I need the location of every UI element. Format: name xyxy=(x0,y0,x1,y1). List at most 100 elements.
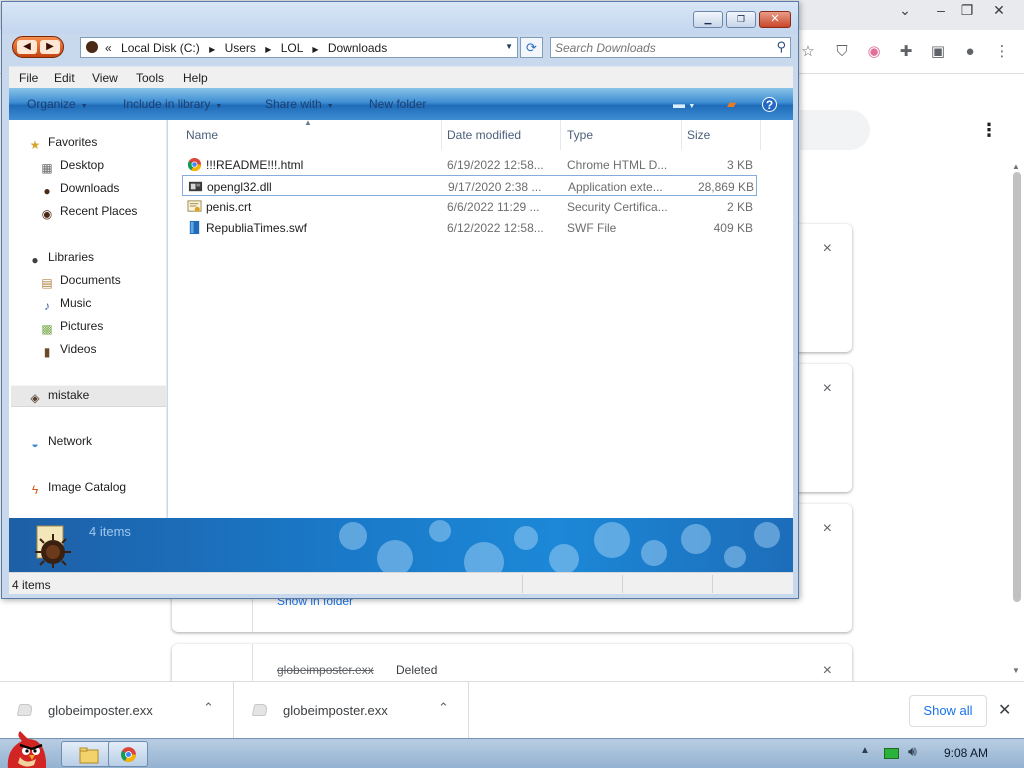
recent-places-icon: ◉ xyxy=(41,207,53,221)
download-shelf-item[interactable]: globeimposter.exx ⌃ xyxy=(235,682,469,739)
nav-image-catalog[interactable]: ϟ Image Catalog xyxy=(27,480,126,497)
scrollbar-thumb[interactable] xyxy=(1013,172,1021,602)
remove-download-icon[interactable]: × xyxy=(823,240,832,258)
address-bar[interactable]: « Local Disk (C:) ▶ Users ▶ LOL ▶ Downlo… xyxy=(80,37,518,58)
folder-large-icon xyxy=(35,525,71,568)
file-row-selected[interactable]: opengl32.dll 9/17/2020 2:38 ... Applicat… xyxy=(182,175,757,196)
maximize-button[interactable]: ❐ xyxy=(726,11,756,28)
file-row[interactable]: penis.crt 6/6/2022 11:29 ... Security Ce… xyxy=(182,196,757,217)
breadcrumb-chevron-icon[interactable]: ▶ xyxy=(265,45,271,54)
chrome-close-button[interactable]: ✕ xyxy=(982,0,1016,22)
include-in-library-button[interactable]: Include in library ▼ xyxy=(123,97,222,111)
nav-network[interactable]: ◒ Network xyxy=(27,434,92,451)
ublock-icon[interactable]: ⛉ xyxy=(832,42,852,62)
file-size: 2 KB xyxy=(726,200,753,214)
nav-downloads[interactable]: ● Downloads xyxy=(39,181,119,198)
taskbar-chrome-button[interactable] xyxy=(108,741,148,767)
nav-label: Favorites xyxy=(48,135,98,149)
ext-icon[interactable]: ◉ xyxy=(864,42,884,62)
explorer-folder-icon xyxy=(79,747,99,764)
profile-icon[interactable]: ● xyxy=(960,42,980,62)
close-shelf-icon[interactable]: ✕ xyxy=(998,700,1011,720)
nav-favorites[interactable]: ★ Favorites xyxy=(27,135,98,152)
chrome-restore-button[interactable]: ❐ xyxy=(950,0,984,22)
close-button[interactable]: ✕ xyxy=(759,11,791,28)
start-button-icon[interactable] xyxy=(4,731,48,768)
file-row[interactable]: !!!README!!!.html 6/19/2022 12:58... Chr… xyxy=(182,154,757,175)
explorer-title-bar[interactable]: ▁ ❐ ✕ xyxy=(2,2,798,34)
menu-view[interactable]: View xyxy=(92,71,118,85)
star-icon[interactable]: ☆ xyxy=(798,42,818,62)
back-arrow-icon[interactable]: ◀ xyxy=(17,40,37,54)
downloads-menu-icon[interactable]: ⋮ xyxy=(980,120,998,141)
chevron-up-icon[interactable]: ⌃ xyxy=(438,700,449,716)
column-name[interactable]: Name xyxy=(180,120,442,150)
downloads-search-field[interactable] xyxy=(800,110,870,150)
new-folder-button[interactable]: New folder xyxy=(369,97,426,111)
address-dropdown-icon[interactable]: ▼ xyxy=(505,42,513,51)
chrome-icon xyxy=(187,157,202,172)
organize-button[interactable]: Organize ▼ xyxy=(27,97,88,111)
column-size[interactable]: Size xyxy=(681,120,761,150)
search-icon[interactable]: ⚲ xyxy=(776,39,786,55)
details-item-count: 4 items xyxy=(89,524,131,539)
chevron-up-icon[interactable]: ⌃ xyxy=(203,700,214,716)
menu-edit[interactable]: Edit xyxy=(54,71,75,85)
network-icon: ◒ xyxy=(31,437,39,451)
tray-expand-icon[interactable]: ▲ xyxy=(860,745,870,756)
nav-recent-places[interactable]: ◉ Recent Places xyxy=(39,204,138,221)
scroll-down-icon[interactable]: ▼ xyxy=(1012,666,1020,675)
view-options-icon[interactable]: ▬ ▼ xyxy=(673,97,695,111)
nav-documents[interactable]: ▤ Documents xyxy=(39,273,120,290)
nav-libraries[interactable]: ● Libraries xyxy=(27,250,94,267)
nav-label: Image Catalog xyxy=(48,480,127,494)
breadcrumb-item[interactable]: Local Disk (C:) xyxy=(121,41,200,55)
nav-mistake[interactable]: ◈ mistake xyxy=(27,388,89,405)
nav-videos[interactable]: ▮ Videos xyxy=(39,342,97,359)
breadcrumb-chevron-icon[interactable]: ▶ xyxy=(312,45,318,54)
menu-tools[interactable]: Tools xyxy=(136,71,164,85)
breadcrumb-chevron-icon[interactable]: ▶ xyxy=(209,45,215,54)
chrome-icon xyxy=(121,747,136,762)
menu-file[interactable]: File xyxy=(19,71,38,85)
volume-icon[interactable]: 🔊︎ xyxy=(908,743,917,760)
help-icon[interactable]: ? xyxy=(762,97,777,112)
file-date: 6/19/2022 12:58... xyxy=(447,158,544,172)
nav-pictures[interactable]: ▩ Pictures xyxy=(39,319,103,336)
file-row[interactable]: RepubliaTimes.swf 6/12/2022 12:58... SWF… xyxy=(182,217,757,238)
scroll-up-icon[interactable]: ▲ xyxy=(1012,162,1020,171)
remove-download-icon[interactable]: × xyxy=(823,380,832,398)
star-icon: ★ xyxy=(29,138,41,152)
preview-pane-icon[interactable]: ▰ xyxy=(727,97,736,111)
share-with-button[interactable]: Share with ▼ xyxy=(265,97,334,111)
sidepanel-icon[interactable]: ▣ xyxy=(928,42,948,62)
puzzle-icon[interactable]: ✚ xyxy=(896,42,916,62)
back-forward-buttons[interactable]: ◀ ▶ xyxy=(12,36,64,58)
search-box[interactable]: ⚲ xyxy=(550,37,791,58)
downloads-icon: ● xyxy=(43,184,51,198)
forward-arrow-icon[interactable]: ▶ xyxy=(40,40,60,54)
minimize-button[interactable]: ▁ xyxy=(693,11,723,28)
menu-help[interactable]: Help xyxy=(183,71,208,85)
battery-icon[interactable] xyxy=(884,748,899,759)
show-all-button[interactable]: Show all xyxy=(909,695,987,727)
remove-download-icon[interactable]: × xyxy=(823,662,832,680)
tab-search-icon[interactable]: ⌄ xyxy=(888,0,922,22)
breadcrumb-item[interactable]: LOL xyxy=(281,41,303,55)
nav-music[interactable]: ♪ Music xyxy=(39,296,91,313)
refresh-icon[interactable]: ⟳ xyxy=(520,37,543,58)
breadcrumb-item[interactable]: Users xyxy=(225,41,256,55)
breadcrumb-overflow[interactable]: « xyxy=(105,41,112,55)
nav-desktop[interactable]: ▦ Desktop xyxy=(39,158,104,175)
file-icon xyxy=(16,704,34,716)
search-input[interactable] xyxy=(555,40,765,55)
breadcrumb-item[interactable]: Downloads xyxy=(328,41,387,55)
breadcrumb: « Local Disk (C:) ▶ Users ▶ LOL ▶ Downlo… xyxy=(105,41,387,55)
file-date: 6/12/2022 12:58... xyxy=(447,221,544,235)
kebab-icon[interactable]: ⋮ xyxy=(992,42,1012,62)
remove-download-icon[interactable]: × xyxy=(823,520,832,538)
page-scrollbar[interactable]: ▲ ▼ xyxy=(1008,160,1024,680)
column-type[interactable]: Type xyxy=(561,120,682,150)
column-date-modified[interactable]: Date modified xyxy=(441,120,561,150)
clock[interactable]: 9:08 AM xyxy=(944,746,988,760)
